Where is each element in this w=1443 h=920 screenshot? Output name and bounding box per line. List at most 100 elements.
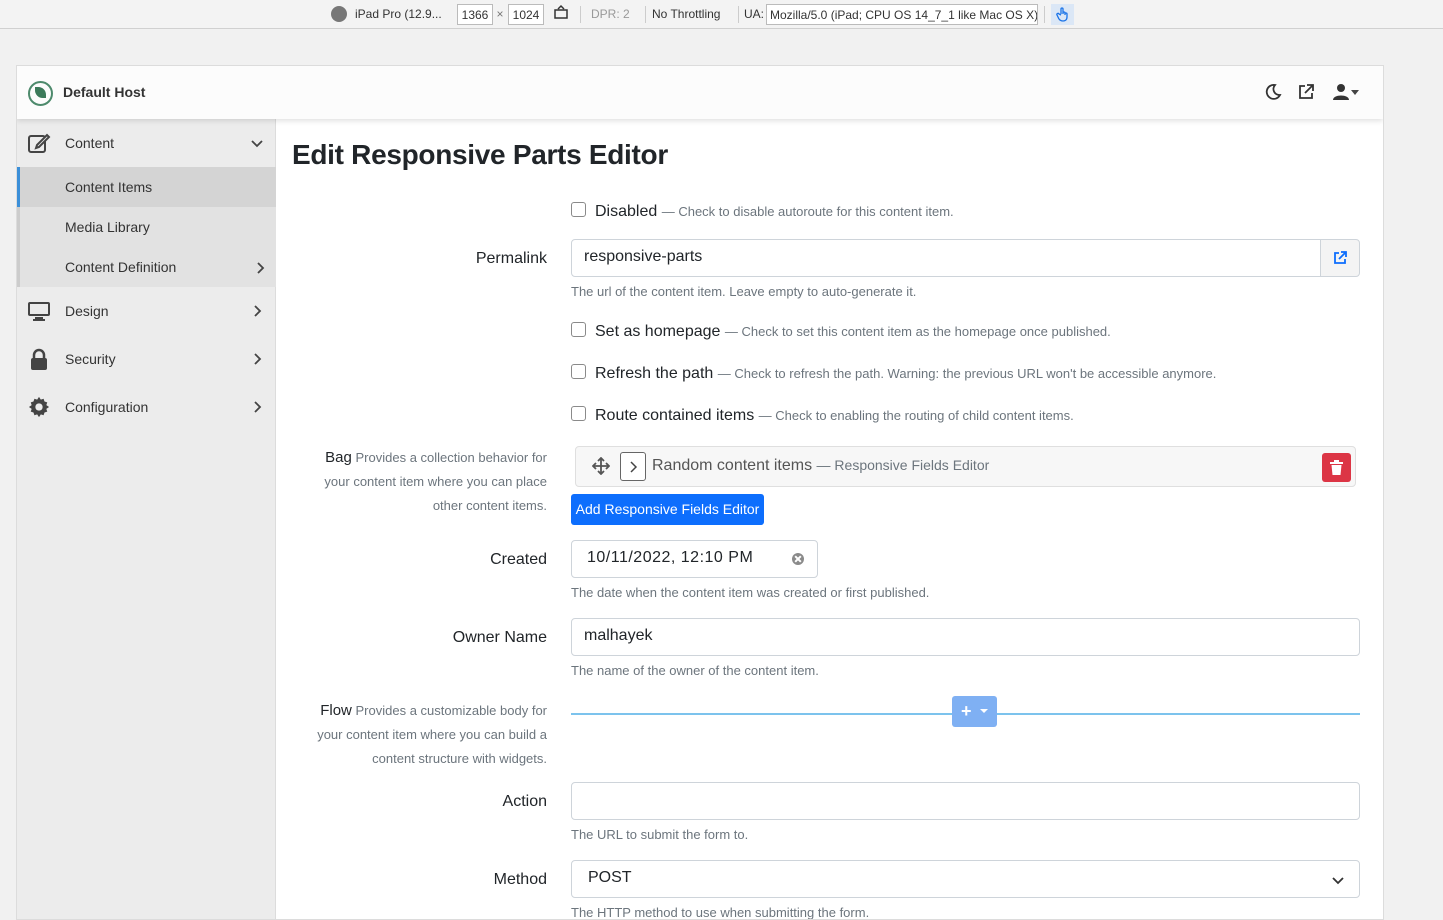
toolbar-divider	[1044, 6, 1045, 23]
disabled-hint: — Check to disable autoroute for this co…	[661, 204, 954, 219]
dpr-select[interactable]: DPR: 2	[591, 4, 641, 25]
moon-icon[interactable]	[1264, 83, 1282, 101]
homepage-checkbox[interactable]	[571, 322, 586, 337]
action-input[interactable]	[571, 782, 1360, 820]
sidebar-item-security[interactable]: Security	[17, 335, 276, 383]
created-date-value: 10/11/2022, 12:10 PM	[587, 549, 754, 566]
chevron-down-icon	[1332, 873, 1344, 885]
user-agent-input[interactable]: Mozilla/5.0 (iPad; CPU OS 14_7_1 like Ma…	[766, 4, 1038, 25]
method-help: The HTTP method to use when submitting t…	[571, 905, 870, 920]
chevron-right-icon	[254, 261, 266, 274]
plus-icon: +	[961, 701, 972, 721]
ua-label: UA:	[744, 7, 765, 21]
rotate-icon[interactable]	[553, 4, 569, 25]
lock-icon	[27, 348, 51, 370]
device-select[interactable]: iPad Pro (12.9...	[355, 4, 447, 25]
sidebar: Content Content Items Media Library Cont…	[17, 119, 276, 919]
route-items-label: Route contained items	[595, 407, 755, 424]
open-permalink-button[interactable]	[1320, 239, 1360, 277]
permalink-input[interactable]: responsive-parts	[571, 239, 1321, 277]
bag-label: Bag Provides a collection behavior for y…	[307, 446, 547, 518]
method-select[interactable]: POST	[571, 860, 1360, 898]
user-icon[interactable]	[1332, 83, 1350, 101]
toolbar-divider	[645, 6, 646, 23]
move-icon[interactable]	[591, 456, 611, 476]
flow-label: Flow Provides a customizable body for yo…	[307, 699, 547, 771]
edit-icon	[27, 132, 51, 154]
sidebar-item-label: Media Library	[65, 219, 150, 235]
bag-title: Bag	[325, 449, 352, 466]
top-navbar: Default Host	[17, 66, 1383, 119]
chevron-right-icon	[251, 304, 263, 317]
sidebar-item-label: Configuration	[65, 399, 149, 415]
add-responsive-fields-editor-button[interactable]: Add Responsive Fields Editor	[571, 494, 764, 525]
sidebar-item-media-library[interactable]: Media Library	[20, 207, 276, 247]
external-link-icon	[1334, 251, 1347, 264]
method-value: POST	[588, 869, 632, 886]
disabled-field: Disabled — Check to disable autoroute fo…	[571, 202, 954, 221]
route-items-checkbox[interactable]	[571, 406, 586, 421]
main-content: Edit Responsive Parts Editor Disabled — …	[277, 119, 1383, 920]
refresh-path-field: Refresh the path — Check to refresh the …	[571, 364, 1216, 383]
trash-icon	[1330, 460, 1343, 475]
refresh-path-checkbox[interactable]	[571, 364, 586, 379]
viewport-height-input[interactable]: 1024	[508, 4, 544, 25]
method-label: Method	[493, 871, 547, 888]
throttling-select[interactable]: No Throttling	[652, 4, 734, 25]
created-help: The date when the content item was creat…	[571, 585, 930, 600]
sidebar-item-label: Design	[65, 303, 109, 319]
site-logo-icon[interactable]	[28, 81, 53, 106]
bag-item-title: Random content items — Responsive Fields…	[652, 457, 989, 475]
refresh-path-hint: — Check to refresh the path. Warning: th…	[717, 366, 1217, 381]
route-items-field: Route contained items — Check to enablin…	[571, 406, 1074, 425]
sidebar-item-design[interactable]: Design	[17, 287, 276, 335]
clear-icon[interactable]	[792, 553, 804, 565]
owner-help: The name of the owner of the content ite…	[571, 663, 819, 678]
route-items-hint: — Check to enabling the routing of child…	[758, 408, 1074, 423]
chevron-down-icon[interactable]	[1351, 90, 1359, 95]
sidebar-item-content-items[interactable]: Content Items	[17, 167, 276, 207]
expand-button[interactable]	[620, 452, 646, 481]
add-widget-button[interactable]: +	[952, 696, 997, 727]
chevron-right-icon	[251, 400, 263, 413]
sidebar-item-label: Security	[65, 351, 116, 367]
content-submenu: Content Items Media Library Content Defi…	[17, 167, 276, 287]
sidebar-item-content[interactable]: Content	[17, 119, 276, 167]
devtools-toolbar: iPad Pro (12.9... 1366 × 1024 DPR: 2 No …	[0, 0, 1443, 29]
bag-item-name: Random content items	[652, 457, 813, 474]
owner-label: Owner Name	[452, 629, 547, 646]
toolbar-divider	[580, 6, 581, 23]
viewport-width-input[interactable]: 1366	[457, 4, 493, 25]
chevron-down-icon	[251, 136, 263, 148]
touch-icon[interactable]	[1051, 4, 1074, 25]
disabled-checkbox[interactable]	[571, 202, 586, 217]
caret-down-icon	[980, 709, 988, 713]
external-link-icon[interactable]	[1297, 83, 1315, 101]
bag-description: Provides a collection behavior for your …	[324, 450, 547, 513]
disabled-label: Disabled	[595, 203, 658, 220]
permalink-label: Permalink	[475, 250, 547, 267]
site-name[interactable]: Default Host	[63, 84, 145, 100]
device-viewport: Default Host Content Content Items Media…	[16, 65, 1384, 920]
bag-item-card: Random content items — Responsive Fields…	[575, 446, 1356, 487]
page-title: Edit Responsive Parts Editor	[292, 139, 668, 170]
gear-icon	[27, 396, 51, 418]
monitor-icon	[27, 300, 51, 322]
sidebar-item-configuration[interactable]: Configuration	[17, 383, 276, 431]
delete-button[interactable]	[1322, 453, 1351, 482]
sidebar-item-label: Content	[65, 135, 115, 151]
action-help: The URL to submit the form to.	[571, 827, 749, 842]
flow-title: Flow	[320, 702, 352, 719]
chevron-right-icon	[251, 352, 263, 365]
created-date-input[interactable]: 10/11/2022, 12:10 PM	[571, 540, 818, 578]
device-icon	[331, 6, 347, 22]
dimension-separator: ×	[496, 7, 504, 21]
flow-description: Provides a customizable body for your co…	[317, 703, 547, 766]
homepage-label: Set as homepage	[595, 323, 721, 340]
owner-name-input[interactable]: malhayek	[571, 618, 1360, 656]
sidebar-item-content-definition[interactable]: Content Definition	[20, 247, 276, 287]
permalink-help: The url of the content item. Leave empty…	[571, 284, 917, 299]
toolbar-divider	[738, 6, 739, 23]
homepage-field: Set as homepage — Check to set this cont…	[571, 322, 1111, 341]
chevron-right-icon	[630, 461, 638, 473]
